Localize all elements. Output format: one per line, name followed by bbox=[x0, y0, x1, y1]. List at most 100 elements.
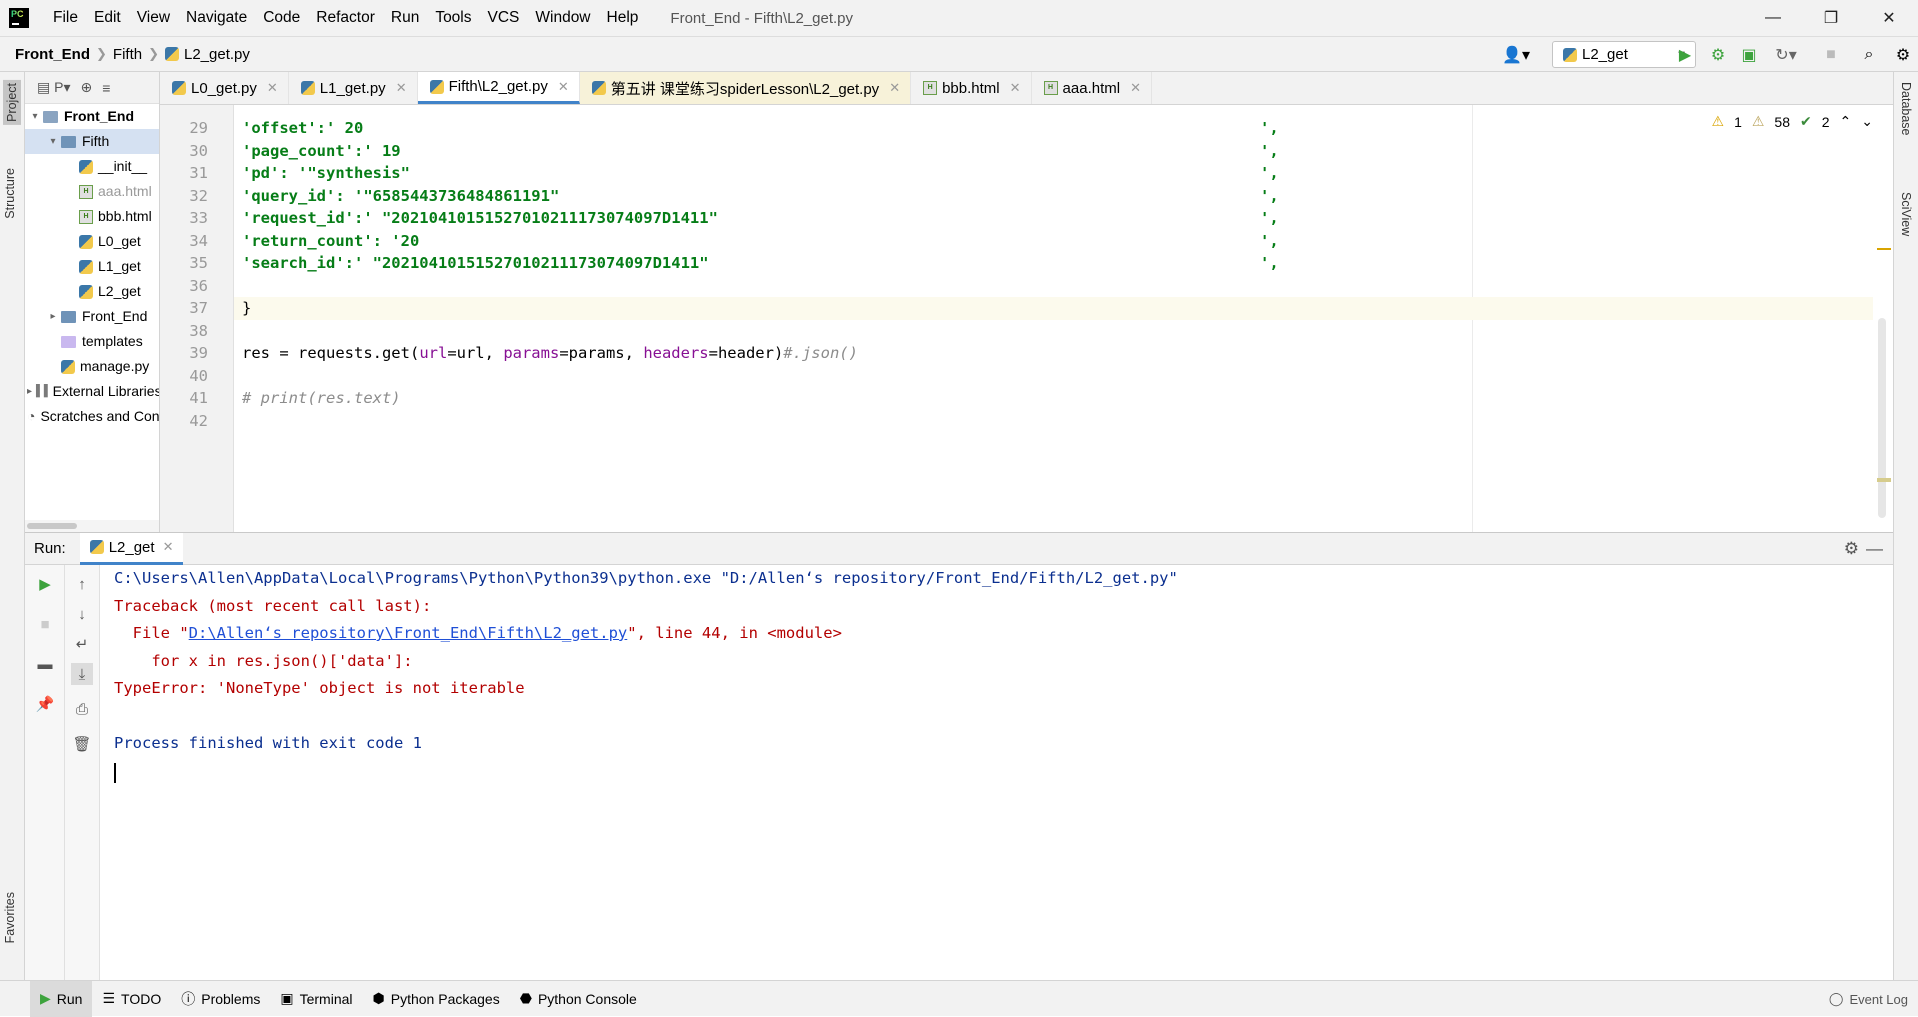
tree-item[interactable]: Haaa.html bbox=[25, 179, 159, 204]
up-arrow-icon[interactable]: ↑ bbox=[71, 573, 93, 595]
tree-item[interactable]: ▾ Front_End bbox=[25, 104, 159, 129]
event-log-button[interactable]: ◯ Event Log bbox=[1829, 981, 1908, 1017]
tree-item[interactable]: __init__ bbox=[25, 154, 159, 179]
down-arrow-icon[interactable]: ↓ bbox=[71, 603, 93, 625]
folder-icon bbox=[61, 335, 76, 348]
editor-tab[interactable]: Hbbb.html ✕ bbox=[911, 72, 1032, 104]
database-tool-button[interactable]: Database bbox=[1899, 82, 1913, 136]
editor-tab[interactable]: Haaa.html ✕ bbox=[1032, 72, 1152, 104]
breadcrumb-folder[interactable]: Fifth bbox=[107, 46, 148, 63]
line-number: 37 bbox=[189, 299, 208, 317]
code-editor[interactable]: ⚠ 1 ⚠ 58 ✔ 2 ⌃ ⌄ 'offset':' 20 ', 'page_count… bbox=[234, 105, 1893, 565]
close-tab-icon[interactable]: ✕ bbox=[889, 80, 900, 96]
bottom-tab-python-console[interactable]: ⬣ Python Console bbox=[510, 981, 647, 1017]
close-button[interactable]: ✕ bbox=[1860, 0, 1918, 36]
bottom-tab-python-packages[interactable]: ⬢ Python Packages bbox=[363, 981, 510, 1017]
code-line-tail: ', bbox=[1260, 164, 1279, 182]
scroll-to-end-icon[interactable]: ⤓ bbox=[71, 663, 93, 685]
editor-scrollbar[interactable] bbox=[1873, 138, 1893, 565]
python-file-icon bbox=[79, 284, 93, 299]
menu-navigate[interactable]: Navigate bbox=[178, 0, 255, 36]
menu-tools[interactable]: Tools bbox=[427, 0, 479, 36]
bottom-tab-run[interactable]: ▶ Run bbox=[30, 980, 93, 1017]
maximize-button[interactable]: ❐ bbox=[1802, 0, 1860, 36]
html-file-icon: H bbox=[79, 209, 93, 224]
tree-item[interactable]: templates bbox=[25, 329, 159, 354]
menu-run[interactable]: Run bbox=[383, 0, 427, 36]
tree-item[interactable]: ◔Scratches and Consoles bbox=[25, 404, 159, 429]
inspection-widget[interactable]: ⚠ 1 ⚠ 58 ✔ 2 ⌃ ⌄ bbox=[1712, 113, 1874, 130]
bottom-tab-label: Terminal bbox=[299, 990, 353, 1007]
menu-help[interactable]: Help bbox=[599, 0, 647, 36]
soft-wrap-icon[interactable]: ↵ bbox=[71, 633, 93, 655]
chevron-down-icon[interactable]: ▾ bbox=[45, 129, 61, 154]
run-tab[interactable]: L2_get ✕ bbox=[79, 532, 184, 565]
console-output[interactable]: C:\Users\Allen\AppData\Local\Programs\Py… bbox=[100, 565, 1893, 981]
close-tab-icon[interactable]: ✕ bbox=[1130, 80, 1141, 96]
project-tool-button[interactable]: Project bbox=[3, 80, 21, 125]
chevron-down-icon[interactable]: ▾ bbox=[27, 104, 43, 129]
tree-item[interactable]: ▾ Fifth bbox=[25, 129, 159, 154]
bottom-tab-terminal[interactable]: ▣ Terminal bbox=[270, 981, 362, 1017]
close-tab-icon[interactable]: ✕ bbox=[267, 80, 278, 96]
restore-layout-icon[interactable]: ▬ bbox=[34, 653, 56, 675]
tree-item[interactable]: manage.py bbox=[25, 354, 159, 379]
bottom-tab-problems[interactable]: ⓘ Problems bbox=[171, 981, 270, 1017]
tree-item[interactable]: Hbbb.html bbox=[25, 204, 159, 229]
tree-item[interactable]: L0_get bbox=[25, 229, 159, 254]
tree-item[interactable]: L2_get bbox=[25, 279, 159, 304]
print-icon[interactable]: ⎙ bbox=[71, 698, 93, 720]
tree-item[interactable]: ▸ ▐▐ External Libraries bbox=[25, 379, 159, 404]
close-tab-icon[interactable]: ✕ bbox=[396, 80, 407, 96]
menu-window[interactable]: Window bbox=[527, 0, 598, 36]
project-view-icon[interactable]: ▤ P▾ bbox=[37, 79, 70, 96]
tree-item[interactable]: ▸ Front_End bbox=[25, 304, 159, 329]
tree-item-label: Front_End bbox=[64, 108, 134, 124]
bottom-tab-todo[interactable]: ☰ TODO bbox=[92, 981, 171, 1017]
pin-tab-icon[interactable]: 📌 bbox=[34, 693, 56, 715]
breadcrumb-project[interactable]: Front_End bbox=[9, 46, 96, 63]
menu-vcs[interactable]: VCS bbox=[480, 0, 528, 36]
settings-gear-icon[interactable]: ⚙ bbox=[1844, 539, 1859, 559]
menu-view[interactable]: View bbox=[129, 0, 178, 36]
terminal-icon: ▣ bbox=[280, 990, 294, 1006]
structure-tool-button[interactable]: Structure bbox=[3, 168, 17, 219]
locate-icon[interactable]: ⊕ bbox=[80, 79, 92, 96]
chevron-right-icon[interactable]: ▸ bbox=[45, 304, 61, 329]
chevron-down-icon[interactable]: ⌄ bbox=[1861, 113, 1873, 130]
traceback-file-link[interactable]: D:\Allen‘s repository\Front_End\Fifth\L2… bbox=[189, 624, 628, 642]
stop-icon[interactable]: ■ bbox=[1820, 44, 1842, 66]
console-traceback-header: Traceback (most recent call last): bbox=[114, 596, 432, 615]
hide-panel-icon[interactable]: — bbox=[1866, 539, 1883, 559]
chevron-up-icon[interactable]: ⌃ bbox=[1840, 113, 1852, 130]
editor-tab[interactable]: 第五讲 课堂练习spiderLesson\L2_get.py ✕ bbox=[579, 72, 912, 104]
menu-edit[interactable]: Edit bbox=[86, 0, 129, 36]
menu-code[interactable]: Code bbox=[255, 0, 308, 36]
horizontal-scrollbar[interactable] bbox=[25, 520, 159, 532]
menu-file[interactable]: File bbox=[45, 0, 86, 36]
close-tab-icon[interactable]: ✕ bbox=[558, 79, 569, 95]
breadcrumb-file[interactable]: L2_get.py bbox=[159, 46, 256, 63]
favorites-tool-button[interactable]: Favorites bbox=[3, 892, 17, 943]
close-tab-icon[interactable]: ✕ bbox=[1010, 80, 1021, 96]
editor-tab[interactable]: Fifth\L2_get.py ✕ bbox=[417, 72, 580, 104]
stop-icon[interactable]: ■ bbox=[34, 613, 56, 635]
minimize-button[interactable]: — bbox=[1744, 0, 1802, 36]
trash-icon[interactable]: 🗑 bbox=[71, 733, 93, 755]
editor-tab[interactable]: L0_get.py ✕ bbox=[160, 72, 289, 104]
profile-icon[interactable]: ↻▾ bbox=[1768, 44, 1804, 66]
typo-check-icon: ✔ bbox=[1800, 113, 1812, 129]
settings-gear-icon[interactable]: ⚙ bbox=[1892, 44, 1914, 66]
sciview-tool-button[interactable]: SciView bbox=[1899, 192, 1913, 236]
run-icon[interactable]: ▶ bbox=[1674, 44, 1696, 66]
tree-item[interactable]: L1_get bbox=[25, 254, 159, 279]
collapse-all-icon[interactable]: ≡ bbox=[102, 80, 110, 96]
search-icon[interactable]: ⌕ bbox=[1858, 44, 1880, 66]
rerun-icon[interactable]: ▶ bbox=[34, 573, 56, 595]
debug-icon[interactable]: ⚙ bbox=[1707, 44, 1729, 66]
coverage-icon[interactable]: ▣ bbox=[1738, 44, 1760, 66]
user-icon[interactable]: 👤▾ bbox=[1498, 44, 1534, 66]
menu-refactor[interactable]: Refactor bbox=[308, 0, 383, 36]
close-tab-icon[interactable]: ✕ bbox=[163, 539, 174, 555]
editor-tab[interactable]: L1_get.py ✕ bbox=[289, 72, 418, 104]
